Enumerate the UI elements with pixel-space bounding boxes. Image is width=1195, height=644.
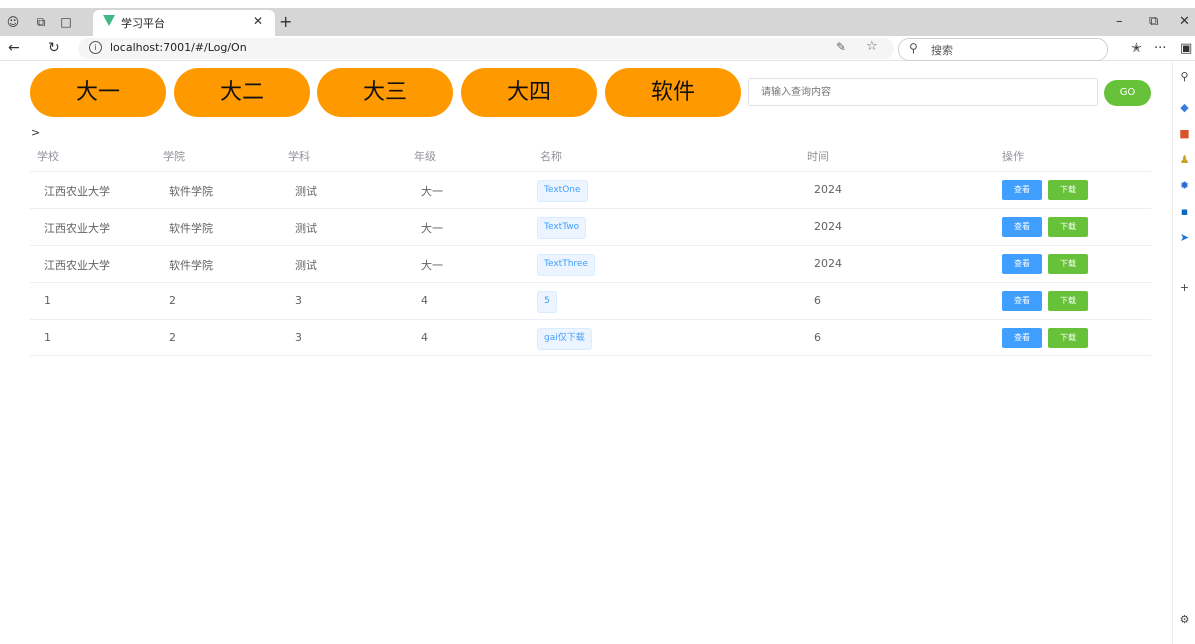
search-icon: ⚲ <box>909 41 918 55</box>
view-button[interactable]: 查看 <box>1002 180 1042 200</box>
workspaces-icon[interactable]: ⧉ <box>33 14 49 30</box>
browser-tab-bar: ☺ ⧉ □ 学习平台 ✕ + – ⧉ ✕ <box>0 8 1195 36</box>
view-button[interactable]: 查看 <box>1002 217 1042 237</box>
cell-grade: 大一 <box>421 222 443 235</box>
favorite-star-icon[interactable]: ☆ <box>866 39 878 54</box>
header-actions: 操作 <box>1002 150 1024 163</box>
name-tag: 5 <box>537 291 557 313</box>
view-button[interactable]: 查看 <box>1002 328 1042 348</box>
category-button-4[interactable]: 大四 <box>461 68 597 117</box>
cell-college: 软件学院 <box>169 185 213 198</box>
settings-gear-icon[interactable]: ⚙ <box>1178 613 1191 626</box>
row-divider <box>30 208 1151 209</box>
category-button-5[interactable]: 软件 <box>605 68 741 117</box>
header-subject: 学科 <box>288 150 310 163</box>
browser-sidebar: ⚲ ◆ ■ ♟ ✹ ▪ ➤ + ⚙ <box>1172 61 1195 644</box>
search-input[interactable] <box>748 78 1098 106</box>
cell-subject: 测试 <box>295 259 317 272</box>
cell-school: 1 <box>44 294 51 307</box>
download-button[interactable]: 下载 <box>1048 254 1088 274</box>
close-tab-icon[interactable]: ✕ <box>253 14 263 28</box>
vue-logo-icon <box>103 15 115 26</box>
name-tag: gai仅下载 <box>537 328 592 350</box>
profile-icon[interactable]: ☺ <box>5 14 21 30</box>
refresh-icon[interactable]: ↻ <box>48 40 60 56</box>
cell-subject: 3 <box>295 294 302 307</box>
favorites-icon[interactable]: ✭ <box>1131 41 1142 56</box>
browser-tab[interactable]: 学习平台 ✕ <box>93 10 275 36</box>
cell-time: 2024 <box>814 257 842 270</box>
name-tag: TextThree <box>537 254 595 276</box>
row-divider <box>30 245 1151 246</box>
cell-school: 1 <box>44 331 51 344</box>
cell-school: 江西农业大学 <box>44 185 110 198</box>
cell-subject: 3 <box>295 331 302 344</box>
url-field[interactable]: i localhost:7001/#/Log/On ✎ ☆ <box>78 38 894 59</box>
tools-icon[interactable]: ✹ <box>1178 179 1191 192</box>
browser-search-placeholder: 搜索 <box>931 44 953 57</box>
row-divider <box>30 319 1151 320</box>
download-button[interactable]: 下载 <box>1048 180 1088 200</box>
browser-search-field[interactable]: ⚲ 搜索 <box>898 38 1108 61</box>
cell-college: 软件学院 <box>169 222 213 235</box>
cell-college: 2 <box>169 294 176 307</box>
cell-time: 6 <box>814 331 821 344</box>
view-button[interactable]: 查看 <box>1002 254 1042 274</box>
header-grade: 年级 <box>414 150 436 163</box>
people-icon[interactable]: ♟ <box>1178 153 1191 166</box>
cell-time: 2024 <box>814 183 842 196</box>
category-button-2[interactable]: 大二 <box>174 68 310 117</box>
cell-grade: 4 <box>421 294 428 307</box>
cell-time: 2024 <box>814 220 842 233</box>
category-button-1[interactable]: 大一 <box>30 68 166 117</box>
download-button[interactable]: 下载 <box>1048 217 1088 237</box>
cell-college: 2 <box>169 331 176 344</box>
copilot-tag-icon[interactable]: ◆ <box>1178 101 1191 114</box>
read-aloud-icon[interactable]: ✎ <box>836 40 846 54</box>
download-button[interactable]: 下载 <box>1048 328 1088 348</box>
row-divider <box>30 171 1151 172</box>
row-divider <box>30 355 1151 356</box>
back-icon[interactable]: ← <box>8 40 20 56</box>
send-icon[interactable]: ➤ <box>1178 231 1191 244</box>
close-window-icon[interactable]: ✕ <box>1179 14 1190 29</box>
cell-school: 江西农业大学 <box>44 222 110 235</box>
minimize-icon[interactable]: – <box>1116 14 1123 29</box>
info-icon[interactable]: i <box>89 41 102 54</box>
name-tag: TextOne <box>537 180 588 202</box>
go-button[interactable]: GO <box>1104 80 1151 106</box>
sidebar-toggle-icon[interactable]: ▣ <box>1180 41 1192 56</box>
cell-time: 6 <box>814 294 821 307</box>
add-sidebar-icon[interactable]: + <box>1178 281 1191 294</box>
page-top-fragment <box>0 0 1195 8</box>
tab-actions-icon[interactable]: □ <box>58 14 74 30</box>
tab-title: 学习平台 <box>121 17 165 30</box>
header-name: 名称 <box>540 150 562 163</box>
header-school: 学校 <box>37 150 59 163</box>
name-tag: TextTwo <box>537 217 587 239</box>
download-button[interactable]: 下载 <box>1048 291 1088 311</box>
browser-address-bar: ← ↻ i localhost:7001/#/Log/On ✎ ☆ ⚲ 搜索 ✭… <box>0 36 1195 61</box>
category-button-3[interactable]: 大三 <box>317 68 453 117</box>
view-button[interactable]: 查看 <box>1002 291 1042 311</box>
cell-grade: 大一 <box>421 259 443 272</box>
shopping-icon[interactable]: ■ <box>1178 127 1191 140</box>
restore-icon[interactable]: ⧉ <box>1149 14 1158 29</box>
url-text: localhost:7001/#/Log/On <box>110 41 247 54</box>
header-college: 学院 <box>163 150 185 163</box>
row-divider <box>30 282 1151 283</box>
cell-grade: 4 <box>421 331 428 344</box>
more-icon[interactable]: ··· <box>1154 41 1166 56</box>
header-time: 时间 <box>807 150 829 163</box>
cell-subject: 测试 <box>295 185 317 198</box>
outlook-icon[interactable]: ▪ <box>1178 205 1191 218</box>
cell-grade: 大一 <box>421 185 443 198</box>
sidebar-search-icon[interactable]: ⚲ <box>1178 70 1191 83</box>
cell-school: 江西农业大学 <box>44 259 110 272</box>
breadcrumb: > <box>31 126 41 139</box>
cell-subject: 测试 <box>295 222 317 235</box>
new-tab-icon[interactable]: + <box>279 12 292 31</box>
cell-college: 软件学院 <box>169 259 213 272</box>
